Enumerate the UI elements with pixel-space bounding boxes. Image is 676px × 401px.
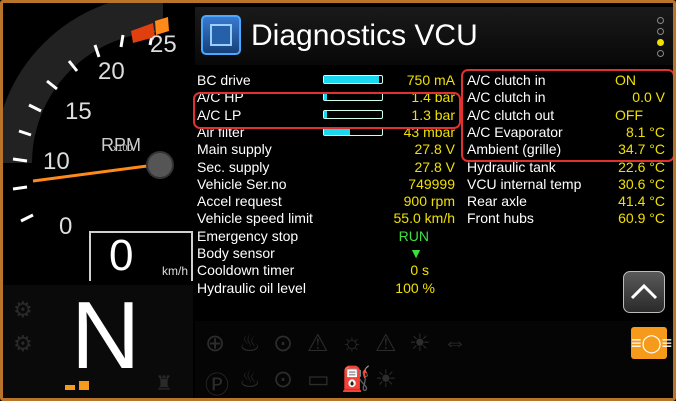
gear-step-1: [65, 385, 75, 390]
page-dot-2[interactable]: [657, 28, 664, 35]
param-label: Front hubs: [467, 210, 534, 227]
param-row: Front hubs 60.9 °C: [467, 209, 667, 227]
gear-step-2: [79, 381, 89, 390]
param-label: Vehicle Ser.no: [197, 175, 287, 192]
fuel-icon: ⛽: [341, 366, 371, 393]
param-value: ▼: [409, 245, 423, 261]
param-row: Sec. supply 27.8 V: [197, 158, 459, 176]
param-row: Vehicle speed limit 55.0 km/h: [197, 209, 459, 227]
param-row: Emergency stop RUN: [197, 227, 459, 245]
param-label: BC drive: [197, 72, 251, 88]
param-label: Accel request: [197, 193, 282, 210]
param-row: Rear axle 41.4 °C: [467, 192, 667, 210]
vehicle-display: x100 25 20 15 10 0 RPM 0 km/h ⚙ ⚙ N ♜ Di…: [0, 0, 676, 401]
seat-icon: ♜: [155, 373, 173, 395]
warning-icon: ⚠: [375, 330, 397, 357]
arrow-icon: ⇔: [443, 329, 467, 356]
warning-lamps-bar: ⊕ ♨ ⊙ ⚠ ☼ ⚠ ☀ ⇔ Ⓟ ♨ ⊙ ▭ ⛽ ☀ ≡◯≡: [195, 321, 673, 398]
page-dot-1[interactable]: [657, 17, 664, 24]
scroll-up-button[interactable]: [623, 271, 665, 313]
highlight-box-ac-pressure: [193, 92, 461, 129]
param-label: VCU internal temp: [467, 175, 582, 192]
chevron-up-icon: [630, 283, 658, 300]
param-label: Body sensor: [197, 245, 275, 261]
param-value: 0 s: [410, 262, 429, 279]
engine-icon: ♨: [239, 366, 261, 393]
active-lamp-icon: ≡◯≡: [631, 327, 672, 359]
param-label: Vehicle speed limit: [197, 210, 313, 227]
diagnostics-panel: BC drive 750 mA A/C HP 1.4 bar A/C LP 1.3 bar…: [193, 67, 673, 319]
param-row: Hydraulic oil level 100 %: [197, 279, 459, 297]
light-icon: ☼: [341, 329, 363, 356]
brake-icon: ⊙: [273, 366, 294, 393]
param-value: 100 %: [395, 279, 435, 296]
param-row: Main supply 27.8 V: [197, 140, 459, 158]
param-value: 30.6 °C: [618, 175, 665, 192]
param-row: Accel request 900 rpm: [197, 192, 459, 210]
brake-icon: ⊙: [273, 330, 294, 357]
param-value: 750 mA: [406, 72, 455, 88]
warning-icon: ⊕: [205, 330, 226, 357]
speed-value: 0: [109, 231, 134, 280]
gauge-tick-10: 10: [43, 148, 70, 175]
param-value: 27.8 V: [414, 141, 455, 158]
gauge-tick-15: 15: [65, 98, 92, 125]
chip-icon: [201, 15, 241, 55]
param-value: RUN: [398, 227, 429, 244]
light-icon: ☀: [375, 366, 397, 393]
gauge-tick-20: 20: [98, 58, 125, 85]
param-value: 60.9 °C: [618, 210, 665, 227]
param-row: VCU internal temp 30.6 °C: [467, 175, 667, 193]
gauge-tick-0: 0: [59, 213, 73, 240]
param-row: Cooldown timer 0 s: [197, 261, 459, 279]
param-row: Body sensor ▼: [197, 244, 459, 262]
speed-readout: 0 km/h: [89, 231, 193, 281]
page-dot-active[interactable]: [657, 39, 664, 46]
param-label: Cooldown timer: [197, 262, 295, 279]
speed-unit: km/h: [161, 264, 188, 278]
header-bar: Diagnostics VCU: [195, 7, 673, 65]
param-label: Main supply: [197, 141, 272, 158]
param-value: 55.0 km/h: [393, 210, 455, 227]
gear-panel: ⚙ ⚙ N ♜: [3, 282, 193, 398]
param-value: 41.4 °C: [618, 193, 665, 210]
param-bar: [323, 75, 383, 84]
engine-icon: ♨: [239, 330, 261, 357]
light-icon: ☀: [409, 330, 431, 357]
param-bar-fill: [324, 76, 380, 83]
rpm-gauge: x100 25 20 15 10 0 RPM 0 km/h: [3, 3, 193, 281]
gear-icon: ⚙: [13, 297, 33, 322]
highlight-box-ac-status: [461, 69, 673, 162]
param-value: 900 rpm: [403, 193, 455, 210]
gear-indicator: N: [71, 282, 141, 389]
page-title: Diagnostics VCU: [251, 19, 478, 52]
parking-icon: Ⓟ: [205, 372, 229, 399]
param-label: Sec. supply: [197, 158, 270, 175]
param-value: 749999: [408, 175, 455, 192]
gear-icon: ⚙: [13, 331, 33, 356]
battery-icon: ▭: [307, 366, 330, 393]
param-row: BC drive 750 mA: [197, 71, 459, 89]
param-label: Hydraulic oil level: [197, 279, 306, 296]
param-label: Rear axle: [467, 193, 527, 210]
param-row: Vehicle Ser.no 749999: [197, 175, 459, 193]
param-value: 27.8 V: [414, 158, 455, 175]
page-dot-4[interactable]: [657, 50, 664, 57]
param-label: Emergency stop: [197, 227, 299, 244]
rpm-label: RPM: [101, 135, 141, 155]
warning-icon: ⚠: [307, 330, 329, 357]
gauge-tick-25: 25: [150, 31, 177, 58]
